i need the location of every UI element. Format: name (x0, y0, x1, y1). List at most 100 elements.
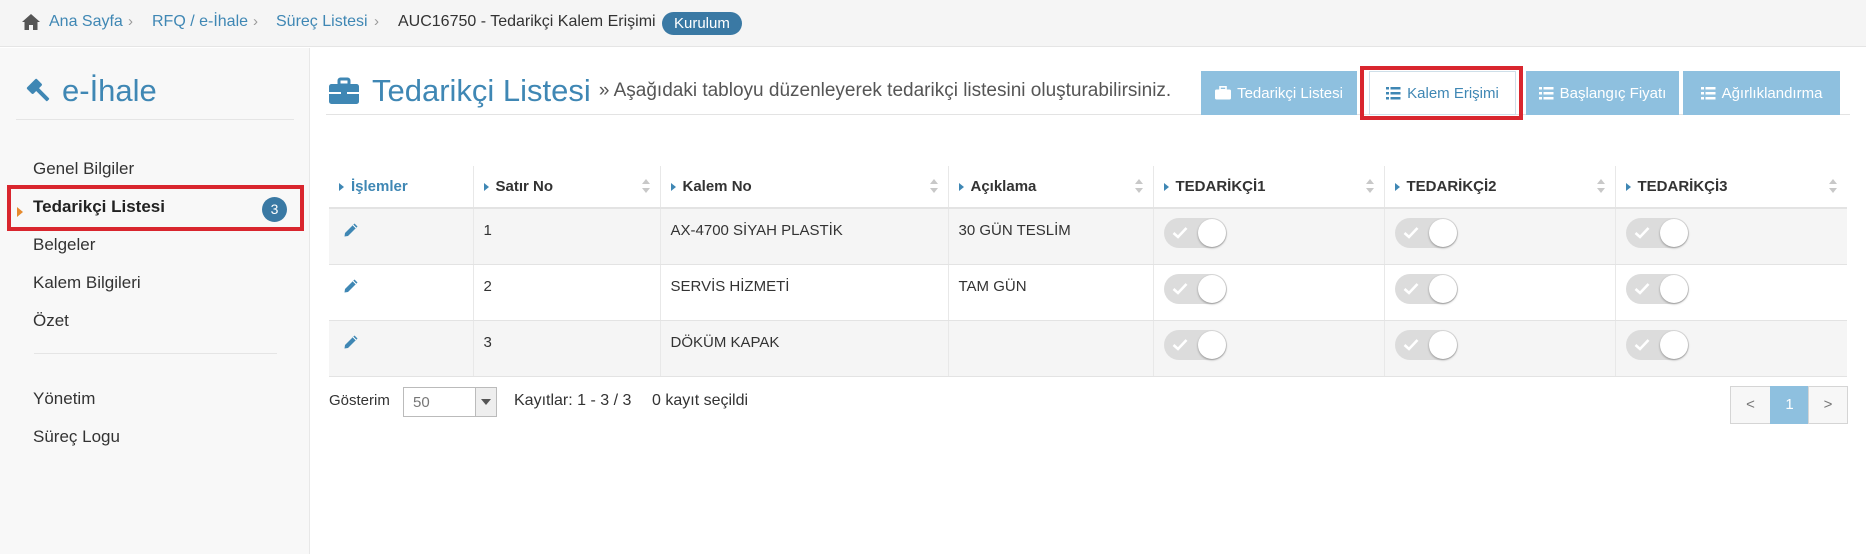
page-size-label: Gösterim (329, 392, 390, 409)
actions-cell (329, 208, 473, 265)
column-header-supplier2[interactable]: TEDARİKÇİ2 (1383, 166, 1615, 209)
column-header-supplier3[interactable]: TEDARİKÇİ3 (1614, 166, 1847, 209)
sort-icon[interactable] (1365, 179, 1374, 193)
supplier-cell (1152, 264, 1384, 321)
pagination-page-1[interactable]: 1 (1770, 386, 1809, 424)
records-count: Kayıtlar: 1 - 3 / 3 (514, 392, 632, 409)
tab-starting-price[interactable]: Başlangıç Fiyatı (1526, 71, 1679, 115)
breadcrumb: Ana Sayfa › RFQ / e-İhale › Süreç Listes… (0, 0, 1866, 47)
sidebar-item-process-log[interactable]: Süreç Logu (33, 427, 120, 447)
sidebar-item-summary[interactable]: Özet (33, 311, 69, 331)
briefcase-icon (1215, 86, 1232, 100)
breadcrumb-home-link[interactable]: Ana Sayfa (49, 13, 123, 31)
tab-label: Ağırlıklandırma (1721, 84, 1823, 102)
access-toggle[interactable] (1625, 218, 1689, 248)
highlight-frame-sidebar (7, 185, 304, 231)
app-logo-text: e-İhale (62, 73, 157, 108)
access-toggle[interactable] (1163, 218, 1227, 248)
table-row: 3 DÖKÜM KAPAK (329, 320, 1847, 377)
page-subtitle: » Aşağıdaki tabloyu düzenleyerek tedarik… (598, 80, 1172, 101)
home-icon[interactable] (21, 13, 41, 31)
check-icon (1403, 282, 1418, 295)
pencil-icon[interactable] (343, 334, 359, 350)
item-no-cell: AX-4700 SİYAH PLASTİK (659, 208, 948, 265)
supplier-cell (1152, 320, 1384, 377)
check-icon (1403, 338, 1418, 351)
description-cell: 30 GÜN TESLİM (947, 208, 1153, 265)
sort-icon[interactable] (1596, 179, 1605, 193)
chevron-down-icon[interactable] (475, 388, 496, 416)
column-header-item-no[interactable]: Kalem No (659, 166, 948, 209)
tab-label: Başlangıç Fiyatı (1559, 84, 1667, 102)
item-no-cell: SERVİS HİZMETİ (659, 264, 948, 321)
breadcrumb-separator: › (128, 13, 133, 30)
supplier-cell (1614, 208, 1847, 265)
tab-supplier-list[interactable]: Tedarikçi Listesi (1201, 71, 1357, 115)
table-row: 2 SERVİS HİZMETİ TAM GÜN (329, 264, 1847, 321)
check-icon (1172, 282, 1187, 295)
page-size-select[interactable]: 50 (403, 387, 497, 417)
sidebar-item-general-info[interactable]: Genel Bilgiler (33, 159, 134, 179)
row-no-cell: 3 (472, 320, 660, 377)
pagination-prev-button[interactable]: < (1730, 386, 1771, 424)
description-cell: TAM GÜN (947, 264, 1153, 321)
sort-icon[interactable] (1134, 179, 1143, 193)
actions-cell (329, 264, 473, 321)
actions-cell (329, 320, 473, 377)
check-icon (1634, 282, 1649, 295)
column-header-row-no[interactable]: Satır No (472, 166, 660, 209)
item-access-table: İşlemler Satır No Kalem No Açıklama TEDA… (329, 166, 1847, 377)
sidebar-item-management[interactable]: Yönetim (33, 389, 95, 409)
row-no-cell: 1 (472, 208, 660, 265)
row-no-cell: 2 (472, 264, 660, 321)
item-no-cell: DÖKÜM KAPAK (659, 320, 948, 377)
access-toggle[interactable] (1394, 273, 1458, 304)
supplier-cell (1383, 264, 1615, 321)
tab-weighting[interactable]: Ağırlıklandırma (1683, 71, 1840, 115)
column-header-actions[interactable]: İşlemler (329, 166, 473, 209)
sidebar-item-documents[interactable]: Belgeler (33, 235, 95, 255)
divider (16, 119, 294, 120)
check-icon (1634, 338, 1649, 351)
column-header-supplier1[interactable]: TEDARİKÇİ1 (1152, 166, 1384, 209)
sort-icon[interactable] (1829, 179, 1837, 193)
table-row: 1 AX-4700 SİYAH PLASTİK 30 GÜN TESLİM (329, 208, 1847, 265)
tab-label: Tedarikçi Listesi (1237, 84, 1343, 102)
highlight-frame-tab (1360, 66, 1523, 120)
access-toggle[interactable] (1394, 329, 1458, 360)
supplier-cell (1614, 264, 1847, 321)
sort-icon[interactable] (641, 179, 650, 193)
page-header: Tedarikçi Listesi » Aşağıdaki tabloyu dü… (328, 66, 1171, 116)
check-icon (1634, 227, 1649, 239)
access-toggle[interactable] (1625, 273, 1689, 304)
check-icon (1172, 338, 1187, 351)
sidebar: e-İhale Genel Bilgiler Tedarikçi Listesi… (0, 48, 310, 554)
supplier-cell (1152, 208, 1384, 265)
list-icon (1700, 86, 1716, 99)
breadcrumb-separator: › (374, 13, 379, 30)
briefcase-icon (329, 77, 359, 104)
supplier-cell (1614, 320, 1847, 377)
column-header-description[interactable]: Açıklama (947, 166, 1153, 209)
status-badge: Kurulum (662, 12, 742, 35)
access-toggle[interactable] (1394, 218, 1458, 248)
app-logo[interactable]: e-İhale (24, 71, 157, 111)
pagination-next-button[interactable]: > (1808, 386, 1848, 424)
description-cell (947, 320, 1153, 377)
access-toggle[interactable] (1163, 329, 1227, 360)
pencil-icon[interactable] (343, 222, 359, 238)
sort-icon[interactable] (929, 179, 938, 193)
pencil-icon[interactable] (343, 278, 359, 294)
selected-count: 0 kayıt seçildi (652, 392, 749, 409)
breadcrumb-rfq-link[interactable]: RFQ / e-İhale (152, 13, 248, 31)
sidebar-item-item-info[interactable]: Kalem Bilgileri (33, 273, 141, 293)
page-title: Tedarikçi Listesi (372, 73, 591, 108)
check-icon (1172, 227, 1187, 239)
check-icon (1403, 227, 1418, 239)
page-size-value: 50 (413, 394, 430, 411)
access-toggle[interactable] (1163, 273, 1227, 304)
supplier-cell (1383, 320, 1615, 377)
breadcrumb-process-list-link[interactable]: Süreç Listesi (276, 13, 368, 31)
access-toggle[interactable] (1625, 329, 1689, 360)
supplier-cell (1383, 208, 1615, 265)
